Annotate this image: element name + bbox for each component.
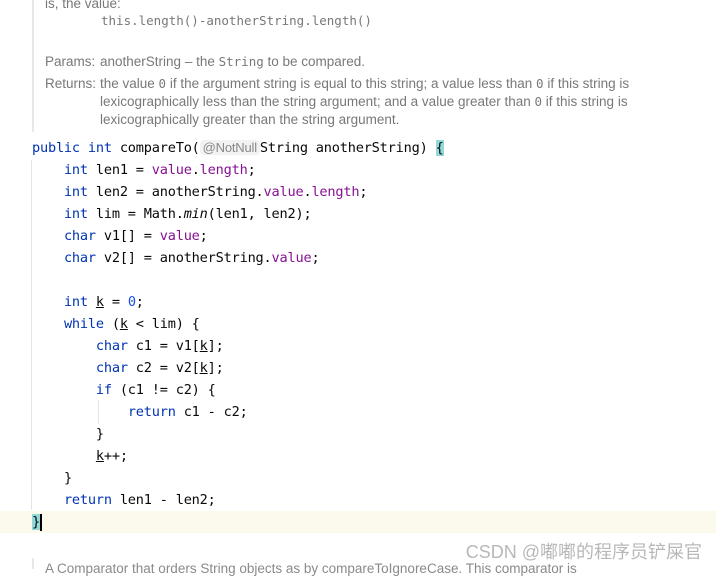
code-line: return c1 - c2;	[127, 404, 248, 420]
matched-brace: }	[32, 514, 40, 530]
watermark: CSDN @嘟嘟的程序员铲屎官	[465, 542, 702, 562]
code-line: return len1 - len2;	[63, 492, 216, 508]
matched-brace: {	[435, 140, 444, 156]
doc-code: this.length()-anotherString.length()	[101, 13, 372, 28]
param-name: anotherString	[100, 54, 182, 69]
code-line: char v2[] = anotherString.value;	[63, 250, 320, 266]
returns-text: lexicographically less than the string a…	[100, 94, 535, 109]
returns-code: 0	[158, 76, 167, 91]
code-line: char c2 = v2[k];	[95, 360, 224, 376]
code-line: char c1 = v1[k];	[95, 338, 224, 354]
doc-returns-2: lexicographically less than the string a…	[100, 94, 628, 109]
doc-returns-3: lexicographically greater than the strin…	[100, 112, 399, 127]
param-code: String	[218, 54, 264, 69]
code-line: k++;	[95, 448, 128, 464]
text-caret	[39, 513, 42, 531]
returns-text: if this string is	[542, 94, 628, 109]
code-line: char v1[] = value;	[63, 228, 208, 244]
current-line-highlight	[0, 511, 716, 533]
code-line: }	[95, 426, 104, 442]
code-line: int lim = Math.min(len1, len2);	[63, 206, 312, 222]
doc-gutter-bar	[32, 0, 34, 132]
param-text: – the	[181, 54, 219, 69]
code-line: int len1 = value.length;	[63, 162, 256, 178]
code-line: while (k < lim) {	[63, 316, 200, 332]
returns-code: 0	[534, 94, 543, 109]
doc-line: is, the value:	[45, 0, 121, 11]
doc-text: is, the value:	[45, 0, 121, 11]
params-label: Params:	[45, 54, 96, 69]
code-line: int k = 0;	[63, 294, 144, 310]
param-text: to be compared.	[263, 54, 366, 69]
returns-text: the value	[100, 76, 159, 91]
doc-returns-label: Returns:	[45, 76, 96, 91]
code-line: }	[63, 470, 72, 486]
doc-params-text: anotherString – the String to be compare…	[100, 54, 365, 69]
doc-returns-1: the value 0 if the argument string is eq…	[100, 76, 629, 91]
returns-text: if this string is	[543, 76, 630, 91]
returns-text: if the argument string is equal to this …	[166, 76, 537, 91]
code-line: int len2 = anotherString.value.length;	[63, 184, 368, 200]
returns-text: lexicographically greater than the strin…	[100, 112, 400, 127]
code-line: public int compareTo(@NotNull String anot…	[32, 140, 444, 156]
code-line: if (c1 != c2) {	[95, 382, 216, 398]
doc-gutter-bar	[32, 558, 34, 569]
returns-label: Returns:	[45, 76, 97, 91]
doc-code-text: this.length()-anotherString.length()	[101, 13, 372, 28]
returns-code: 0	[536, 76, 544, 91]
doc-params: Params:	[45, 54, 95, 69]
notnull-annotation-hint: @NotNull	[199, 140, 260, 155]
code-line: }	[32, 511, 42, 533]
